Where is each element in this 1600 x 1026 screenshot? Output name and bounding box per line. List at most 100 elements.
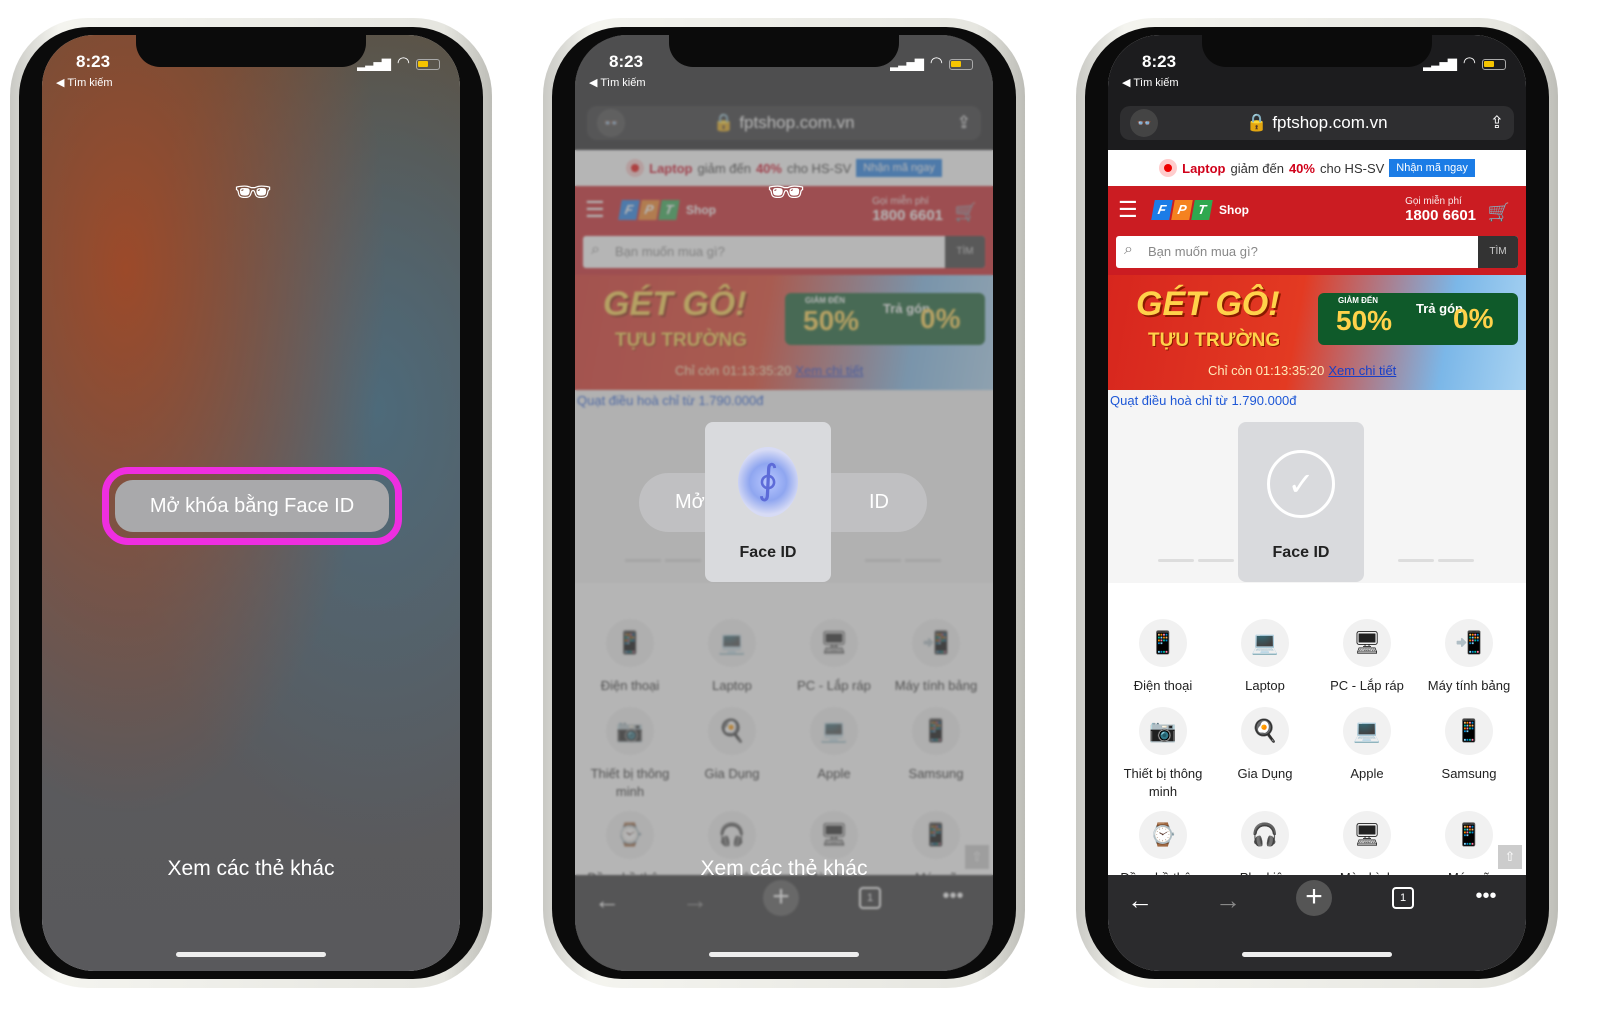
phone-lock-screen: 8:23 ◀ Tìm kiếm ▂▃▅▇ ◠ 🕶 Mở khóa bằng Fa… — [10, 18, 492, 988]
category-item[interactable]: 📱 Samsung — [1417, 707, 1521, 783]
category-item[interactable]: 🖥 PC - Lắp ráp — [1315, 619, 1419, 695]
category-icon: 📱 — [1445, 811, 1493, 859]
category-item[interactable]: 💻 Apple — [1315, 707, 1419, 783]
unlock-face-id-button[interactable]: Mở khóa bằng Face ID — [115, 480, 389, 532]
phone-unlocked: 8:23 ◀ Tìm kiếm ▂▃▅▇ ◠ 👓 🔒 fptshop.com.v… — [1076, 18, 1558, 988]
signal-icon: ▂▃▅▇ — [1423, 57, 1457, 71]
category-label: Laptop — [1245, 678, 1285, 693]
sale-value: 50% — [1336, 305, 1393, 336]
sale-badge: GIẢM ĐẾN 50% Trả góp 0% — [1318, 293, 1518, 345]
category-icon: 📱 — [1139, 619, 1187, 667]
carousel-dot[interactable] — [1438, 559, 1474, 562]
carousel-dot[interactable] — [1158, 559, 1194, 562]
category-item[interactable]: 📷 Thiết bị thông minh — [1111, 707, 1215, 801]
category-item[interactable]: 🍳 Gia Dụng — [1213, 707, 1317, 783]
category-item[interactable]: 💻 Laptop — [1213, 619, 1317, 695]
category-icon: ⌚ — [1139, 811, 1187, 859]
promo-product: Laptop — [1182, 160, 1226, 176]
back-arrow-icon[interactable]: ← — [1120, 885, 1160, 916]
category-icon: 🍳 — [1241, 707, 1289, 755]
hamburger-menu-icon[interactable]: ☰ — [1118, 199, 1143, 221]
promo-discount: 40% — [1288, 160, 1315, 176]
category-label: Máy tính bảng — [1427, 678, 1511, 693]
hotline-label: Gọi miễn phí — [1405, 196, 1462, 207]
category-icon: 💻 — [1241, 619, 1289, 667]
countdown: Chỉ còn 01:13:35:20 — [1208, 363, 1325, 378]
back-to-search[interactable]: ◀ Tìm kiếm — [56, 76, 113, 89]
face-id-scanning-icon: ∮ — [738, 447, 798, 517]
home-indicator[interactable] — [709, 952, 859, 957]
incognito-icon[interactable]: 👓 — [1130, 109, 1158, 137]
face-id-dialog: ✓ Face ID — [1238, 422, 1364, 582]
face-id-label: Face ID — [1272, 544, 1330, 561]
category-label: Gia Dụng — [1237, 766, 1293, 781]
category-label: Điện thoại — [1133, 678, 1193, 693]
site-header: ☰ F P T Shop Gọi miễn phí 1800 6601 🛒 ⌕ … — [1108, 186, 1526, 275]
category-item[interactable]: 📲 Máy tính bảng — [1417, 619, 1521, 695]
category-icon: 📱 — [1445, 707, 1493, 755]
logo-letter: P — [1171, 200, 1193, 220]
sale-label: GIẢM ĐẾN — [1338, 296, 1378, 305]
logo-letter: T — [1191, 200, 1213, 220]
notch — [669, 35, 899, 67]
battery-icon — [949, 59, 973, 70]
category-label: PC - Lắp ráp — [1330, 678, 1404, 693]
banner-subtitle: TỰU TRƯỜNG — [1148, 330, 1281, 351]
pill-text-left: Mở — [675, 491, 705, 513]
more-menu-icon[interactable]: ••• — [1466, 885, 1506, 908]
hotline[interactable]: Gọi miễn phí 1800 6601 — [1405, 196, 1476, 225]
clock: 8:23 — [609, 52, 644, 71]
incognito-icon: 🕶 — [234, 176, 273, 209]
home-indicator[interactable] — [1242, 952, 1392, 957]
get-code-button[interactable]: Nhận mã ngay — [1389, 159, 1475, 177]
tabs-button[interactable]: 1 — [1392, 887, 1414, 909]
back-to-search[interactable]: ◀ Tìm kiếm — [589, 76, 646, 89]
cart-icon[interactable]: 🛒 — [1488, 202, 1510, 223]
hotline-number: 1800 6601 — [1405, 207, 1476, 224]
category-icon: 💻 — [1343, 707, 1391, 755]
details-link[interactable]: Xem chi tiết — [1328, 363, 1396, 378]
forward-arrow-icon[interactable]: → — [1208, 885, 1248, 916]
category-icon: 📲 — [1445, 619, 1493, 667]
home-indicator[interactable] — [176, 952, 326, 957]
notch — [136, 35, 366, 67]
banner-title: GÉT GÔ! — [1136, 285, 1280, 323]
search-placeholder: Bạn muốn mua gì? — [1148, 244, 1258, 259]
fpt-shop-logo[interactable]: F P T Shop — [1151, 200, 1249, 220]
category-item[interactable]: 📱 Điện thoại — [1111, 619, 1215, 695]
promo-banner[interactable]: GÉT GÔ! TỰU TRƯỜNG GIẢM ĐẾN 50% Trả góp … — [1108, 275, 1526, 390]
search-button[interactable]: TÌM — [1478, 236, 1518, 268]
signal-icon: ▂▃▅▇ — [357, 57, 391, 71]
category-icon: 🖥 — [1343, 619, 1391, 667]
pill-text-right: ID — [869, 491, 889, 513]
lock-icon: 🔒 — [1246, 113, 1268, 132]
wifi-icon: ◠ — [929, 54, 943, 71]
face-id-dialog: ∮ Face ID — [705, 422, 831, 582]
promo-strip[interactable]: Laptop giảm đến 40% cho HS-SV Nhận mã ng… — [1108, 150, 1526, 186]
address-bar[interactable]: 👓 🔒 fptshop.com.vn ⇪ — [1120, 106, 1514, 140]
deal-link[interactable]: Quạt điều hoà chỉ từ 1.790.000đ — [1110, 393, 1297, 408]
promo-text-2: cho HS-SV — [1319, 160, 1385, 176]
back-to-search[interactable]: ◀ Tìm kiếm — [1122, 76, 1179, 89]
signal-icon: ▂▃▅▇ — [890, 57, 924, 71]
carousel-dot[interactable] — [1398, 559, 1434, 562]
battery-icon — [416, 59, 440, 70]
notch — [1202, 35, 1432, 67]
wifi-icon: ◠ — [396, 54, 410, 71]
new-tab-plus-icon[interactable]: + — [1296, 880, 1332, 916]
battery-icon — [1482, 59, 1506, 70]
clock: 8:23 — [76, 52, 111, 71]
installment-rate: 0% — [1453, 303, 1494, 334]
share-icon[interactable]: ⇪ — [1490, 106, 1504, 140]
phone-face-id-scanning: 8:23 ◀ Tìm kiếm ▂▃▅▇ ◠ 👓 🔒 fptshop.com.v… — [543, 18, 1025, 988]
logo-shop: Shop — [1219, 203, 1249, 217]
view-other-tabs[interactable]: Xem các thẻ khác — [575, 857, 993, 881]
scroll-top-button[interactable]: ⇧ — [1498, 845, 1522, 869]
carousel-dot[interactable] — [1198, 559, 1234, 562]
search-icon: ⌕ — [1124, 241, 1133, 258]
view-other-tabs[interactable]: Xem các thẻ khác — [42, 857, 460, 881]
search-input[interactable]: ⌕ Bạn muốn mua gì? TÌM — [1116, 236, 1518, 268]
logo-letter: F — [1151, 200, 1173, 220]
clock: 8:23 — [1142, 52, 1177, 71]
record-icon — [1159, 159, 1178, 177]
